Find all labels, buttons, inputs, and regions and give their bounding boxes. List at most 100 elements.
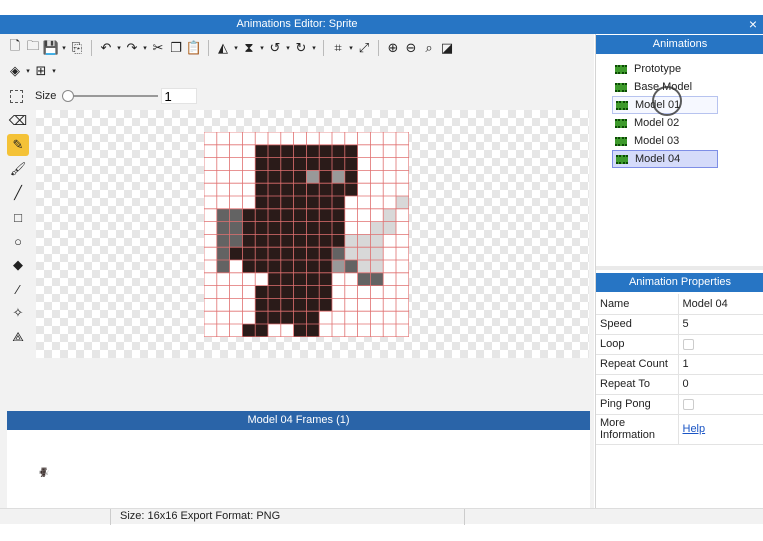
undo-icon[interactable]: ↶: [97, 39, 115, 57]
layers-icon[interactable]: ◈: [6, 62, 24, 80]
dropdown-arrow-icon[interactable]: ▾: [24, 62, 32, 80]
animation-item[interactable]: Model 03: [612, 132, 718, 150]
brush-tool-icon[interactable]: 🖌: [7, 158, 29, 180]
thumbnail-pixel: [45, 473, 47, 474]
animation-item[interactable]: Model 04: [612, 150, 718, 168]
thumbnail-pixel: [45, 470, 46, 471]
pane-divider[interactable]: [596, 266, 763, 270]
sprite-pixel: [306, 170, 320, 184]
flip-vertical-icon[interactable]: ⧗: [240, 39, 258, 57]
new-file-icon[interactable]: 🗋: [6, 38, 24, 57]
pencil-tool-icon[interactable]: ✎: [7, 134, 29, 156]
copy-icon[interactable]: ❐: [167, 39, 185, 57]
zoom-out-icon[interactable]: ⊖: [402, 39, 420, 57]
property-value[interactable]: [678, 394, 763, 415]
thumbnail-pixel: [40, 472, 41, 474]
transparency-icon[interactable]: ◪: [438, 39, 456, 57]
eraser-tool-icon[interactable]: ⌫: [7, 110, 29, 132]
toolbar-separator: [323, 40, 324, 56]
property-checkbox[interactable]: [682, 398, 694, 410]
thumbnail-pixel: [42, 467, 44, 469]
animation-item[interactable]: Model 01: [612, 96, 718, 114]
sprite-pixel: [268, 247, 281, 260]
sprite-pixel: [306, 272, 320, 286]
transform-tool-icon[interactable]: ⟁: [7, 326, 29, 348]
fill-tool-icon[interactable]: ◆: [7, 254, 29, 276]
sprite-pixel: [280, 170, 294, 184]
rotate-left-icon[interactable]: ↺: [266, 39, 284, 57]
open-folder-icon[interactable]: 🗀: [24, 38, 42, 57]
animation-item[interactable]: Model 02: [612, 114, 718, 132]
dropdown-arrow-icon[interactable]: ▾: [60, 39, 68, 57]
sprite-pixel: [332, 196, 345, 209]
thumbnail-pixel: [45, 469, 46, 471]
sprite-pixel: [319, 183, 332, 196]
status-bar: Size: 16x16 Export Format: PNG: [0, 508, 763, 525]
animation-item[interactable]: Base Model: [612, 78, 718, 96]
thumbnail-pixel: [42, 475, 43, 476]
dropdown-arrow-icon[interactable]: ▾: [50, 62, 58, 80]
move-tool-icon[interactable]: ✧: [7, 302, 29, 324]
dropdown-arrow-icon[interactable]: ▾: [141, 39, 149, 57]
sprite-pixel: [268, 221, 281, 235]
help-link[interactable]: Help: [683, 423, 706, 435]
eyedropper-tool-icon[interactable]: ⁄: [7, 278, 29, 300]
sprite-canvas[interactable]: [36, 110, 589, 358]
rectangle-tool-icon[interactable]: □: [7, 206, 29, 228]
sprite-pixel: [268, 234, 281, 248]
close-icon[interactable]: ×: [749, 16, 757, 32]
save-icon[interactable]: 💾: [42, 39, 60, 57]
dropdown-arrow-icon[interactable]: ▾: [284, 39, 292, 57]
sprite-pixel: [319, 208, 332, 222]
animation-item[interactable]: Prototype: [612, 60, 718, 78]
dropdown-arrow-icon[interactable]: ▾: [232, 39, 240, 57]
sprite-pixel: [268, 285, 281, 299]
thumbnail-pixel: [39, 472, 41, 473]
thumbnail-pixel: [47, 471, 49, 472]
line-tool-icon[interactable]: ╱: [7, 182, 29, 204]
property-value[interactable]: 5: [678, 314, 763, 335]
thumbnail-pixel: [41, 471, 43, 472]
sprite-pixel: [344, 144, 358, 158]
dropdown-arrow-icon[interactable]: ▾: [310, 39, 318, 57]
resize-icon[interactable]: ⤢: [355, 39, 373, 57]
dropdown-arrow-icon[interactable]: ▾: [115, 39, 123, 57]
zoom-in-icon[interactable]: ⊕: [384, 39, 402, 57]
slider-thumb[interactable]: [62, 90, 75, 102]
sprite-pixel: [255, 144, 268, 158]
crop-icon[interactable]: ⌗: [329, 39, 347, 57]
property-value[interactable]: Help: [678, 414, 763, 445]
sprite-pixel: [293, 208, 307, 222]
cut-icon[interactable]: ✂: [149, 39, 167, 57]
flip-horizontal-icon[interactable]: ◭: [214, 39, 232, 57]
sprite-pixel-grid[interactable]: [204, 132, 409, 337]
sprite-pixel: [332, 170, 345, 184]
zoom-fit-icon[interactable]: ⌕: [420, 39, 438, 57]
rotate-right-icon[interactable]: ↻: [292, 39, 310, 57]
sprite-pixel: [268, 311, 281, 324]
property-value[interactable]: [678, 334, 763, 355]
property-checkbox[interactable]: [682, 338, 694, 350]
selection-marquee-icon[interactable]: [10, 89, 23, 103]
frame-thumbnail[interactable]: [39, 466, 49, 478]
secondary-toolbar: ◈ ▾ ⊞ ▾: [6, 60, 58, 82]
thumbnail-pixel: [46, 472, 48, 474]
export-icon[interactable]: ⎘: [68, 39, 86, 57]
sprite-pixel: [344, 157, 358, 171]
property-value[interactable]: 1: [678, 354, 763, 375]
sprite-pixel: [370, 272, 384, 286]
sprite-pixel: [255, 324, 268, 337]
sprite-pixel: [293, 157, 307, 171]
grid-icon[interactable]: ⊞: [32, 62, 50, 80]
dropdown-arrow-icon[interactable]: ▾: [258, 39, 266, 57]
ellipse-tool-icon[interactable]: ○: [7, 230, 29, 252]
property-value[interactable]: 0: [678, 374, 763, 395]
sprite-pixel: [216, 260, 230, 273]
dropdown-arrow-icon[interactable]: ▾: [347, 39, 355, 57]
sprite-pixel: [255, 208, 268, 222]
paste-icon[interactable]: 📋: [185, 39, 203, 57]
property-value[interactable]: Model 04: [678, 294, 763, 315]
size-input[interactable]: [161, 88, 198, 104]
redo-icon[interactable]: ↷: [123, 39, 141, 57]
size-slider[interactable]: [62, 89, 159, 103]
